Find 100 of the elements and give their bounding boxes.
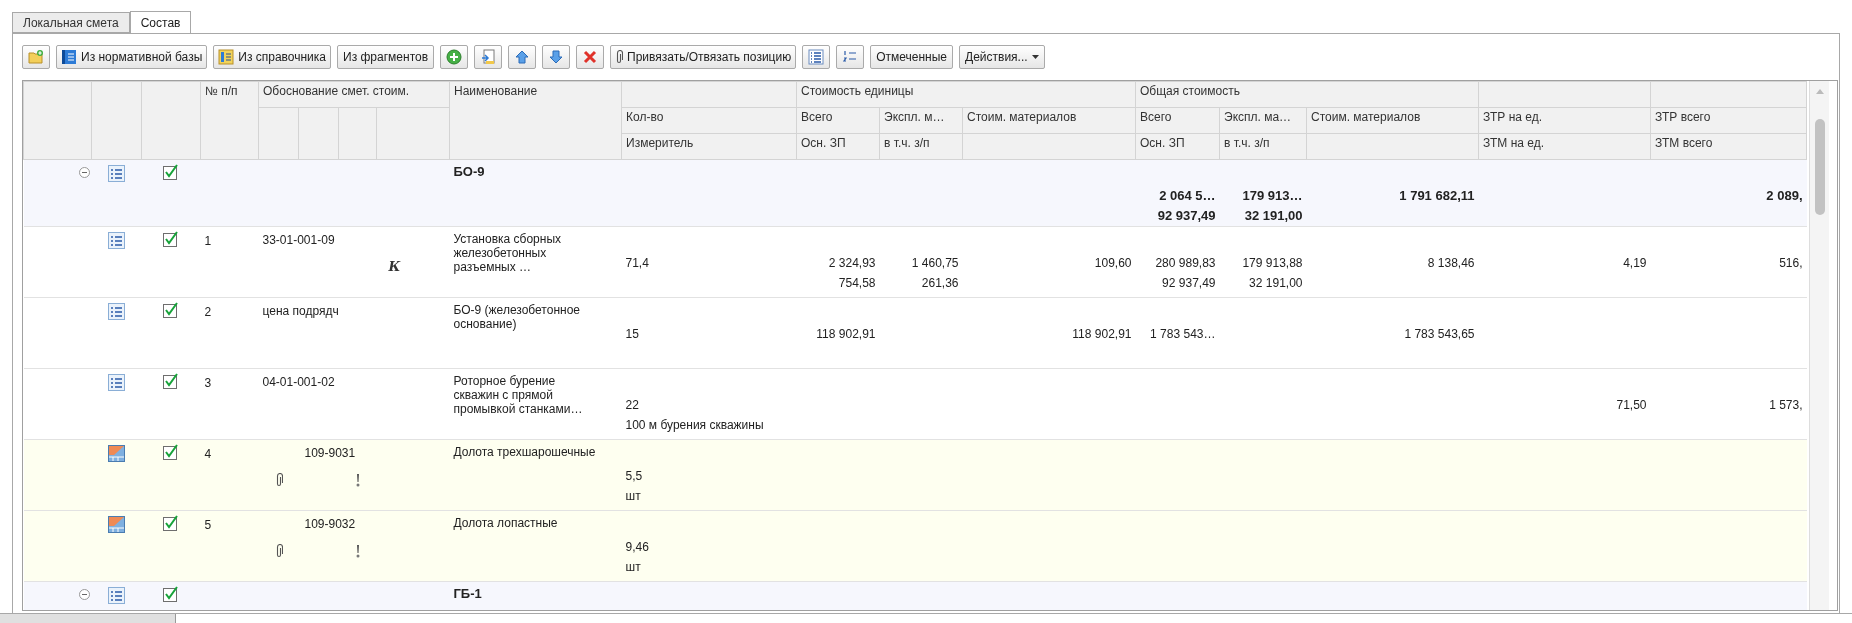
checkbox[interactable] xyxy=(163,515,179,531)
numbered-list-icon xyxy=(842,48,859,65)
arrow-up-icon xyxy=(514,48,531,65)
paperclip-icon xyxy=(615,49,624,64)
value-text: 516, xyxy=(1779,255,1803,272)
folder-plus-icon xyxy=(28,48,44,65)
checkbox[interactable] xyxy=(163,373,179,389)
column-header[interactable]: в т.ч. з/п xyxy=(879,133,963,160)
toolbar-button[interactable] xyxy=(474,44,503,69)
basis-code: 109-9031 xyxy=(304,446,356,460)
column-header[interactable]: ЗТР на ед. xyxy=(1478,107,1651,134)
basis-code: 33-01-001-09 xyxy=(262,233,335,247)
column-header[interactable]: Экспл. м… xyxy=(879,107,963,134)
toolbar-button[interactable] xyxy=(542,44,571,69)
value-text: 100 м бурения скважины xyxy=(625,417,764,434)
directory-icon xyxy=(218,48,235,65)
list-icon xyxy=(108,232,125,249)
list-icon xyxy=(108,587,125,604)
value-text: 5,5 xyxy=(625,468,643,485)
column-header[interactable]: Наименование xyxy=(449,81,622,160)
item-name: Долота лопастные xyxy=(453,516,558,530)
toolbar-button[interactable] xyxy=(508,44,537,69)
column-group-header: Общая стоимость xyxy=(1135,81,1479,108)
vertical-scrollbar[interactable] xyxy=(1809,81,1829,610)
caret-icon xyxy=(1031,54,1039,59)
column-header[interactable]: № п/п xyxy=(200,81,259,160)
toolbar-button[interactable] xyxy=(836,44,865,69)
value-text: 118 902,91 xyxy=(1072,326,1132,343)
item-name: Установка сборных железобетонных разъемных … xyxy=(453,232,562,274)
column-header[interactable]: Осн. ЗП xyxy=(796,133,880,160)
column-header[interactable]: ЗТР всего xyxy=(1650,107,1807,134)
value-text: 1 573, xyxy=(1769,397,1803,414)
value-text: 9,46 xyxy=(625,539,649,556)
value-text: 15 xyxy=(625,326,639,343)
value-text: 22 xyxy=(625,397,639,414)
delete-icon xyxy=(582,48,599,65)
value-text: 109,60 xyxy=(1094,255,1132,272)
column-header[interactable]: ЗТМ на ед. xyxy=(1478,133,1651,160)
column-header[interactable]: Стоим. материалов xyxy=(1306,107,1479,134)
value-text: 118 902,91 xyxy=(816,326,876,343)
basis-code: 109-9032 xyxy=(304,517,356,531)
column-header[interactable]: Осн. ЗП xyxy=(1135,133,1220,160)
scrollbar-thumb[interactable] xyxy=(1814,119,1825,215)
arrow-down-icon xyxy=(548,48,565,65)
value-text: 2 324,93 xyxy=(828,255,876,272)
value-text: 71,50 xyxy=(1616,397,1647,414)
toolbar-button[interactable] xyxy=(22,44,50,69)
toolbar-button[interactable] xyxy=(440,44,469,69)
value-text: 32 191,00 xyxy=(1244,207,1303,226)
column-header[interactable]: Экспл. ма… xyxy=(1219,107,1307,134)
coefficient-mark: К xyxy=(388,258,401,277)
checkbox[interactable] xyxy=(163,231,179,247)
book-icon xyxy=(61,48,77,65)
checkbox[interactable] xyxy=(163,586,179,602)
value-text: 71,4 xyxy=(625,255,649,272)
toolbar-button[interactable]: Привязать/Отвязать позицию xyxy=(610,44,797,69)
material-icon xyxy=(108,516,125,533)
value-text: шт xyxy=(625,559,641,576)
toolbar-button[interactable]: Из нормативной базы xyxy=(56,44,208,69)
row-number: 2 xyxy=(204,305,212,319)
column-header[interactable]: Всего xyxy=(1135,107,1220,134)
list-icon xyxy=(808,48,825,65)
value-text: 1 460,75 xyxy=(911,255,959,272)
value-text: 92 937,49 xyxy=(1157,207,1216,226)
value-text: 1 783 543,65 xyxy=(1404,326,1475,343)
item-name: БО-9 (железобетонное основание) xyxy=(453,303,580,331)
item-name: БО-9 xyxy=(453,164,485,179)
list-icon xyxy=(108,303,125,320)
actions-menu-button[interactable]: Действия... xyxy=(959,44,1045,69)
value-text: 8 138,46 xyxy=(1427,255,1475,272)
material-icon xyxy=(108,445,125,462)
toolbar-button[interactable]: Из фрагментов xyxy=(337,44,435,69)
column-header[interactable]: Стоим. материалов xyxy=(962,107,1136,134)
checkbox[interactable] xyxy=(163,444,179,460)
collapse-toggle[interactable] xyxy=(78,589,90,600)
toolbar-button[interactable]: Из справочника xyxy=(213,44,331,69)
value-text: 1 791 682,11 xyxy=(1399,187,1475,206)
collapse-toggle[interactable] xyxy=(78,167,90,178)
toolbar-button[interactable] xyxy=(576,44,605,69)
column-header[interactable]: ЗТМ всего xyxy=(1650,133,1807,160)
column-header[interactable]: Всего xyxy=(796,107,880,134)
column-header[interactable]: Кол-во xyxy=(621,107,797,134)
list-icon xyxy=(108,165,125,182)
value-text: 754,58 xyxy=(838,275,876,292)
checkbox[interactable] xyxy=(163,302,179,318)
column-header[interactable]: Обоснование смет. стоим. xyxy=(258,81,450,108)
row-number: 5 xyxy=(204,518,212,532)
value-text: 4,19 xyxy=(1623,255,1647,272)
value-text: шт xyxy=(625,488,641,505)
column-header[interactable]: Измеритель xyxy=(621,133,797,160)
value-text: 280 989,83 xyxy=(1155,255,1216,272)
column-header[interactable]: в т.ч. з/п xyxy=(1219,133,1307,160)
checkbox[interactable] xyxy=(163,164,179,180)
value-text: 2 064 5… xyxy=(1159,187,1216,206)
toolbar-button[interactable]: Отмеченные xyxy=(870,44,953,69)
value-text: 179 913,88 xyxy=(1242,255,1303,272)
basis-code: цена подрядч xyxy=(262,304,339,318)
item-name: ГБ-1 xyxy=(453,586,482,601)
toolbar-button[interactable] xyxy=(802,44,831,69)
tab[interactable]: Локальная смета xyxy=(12,12,130,33)
